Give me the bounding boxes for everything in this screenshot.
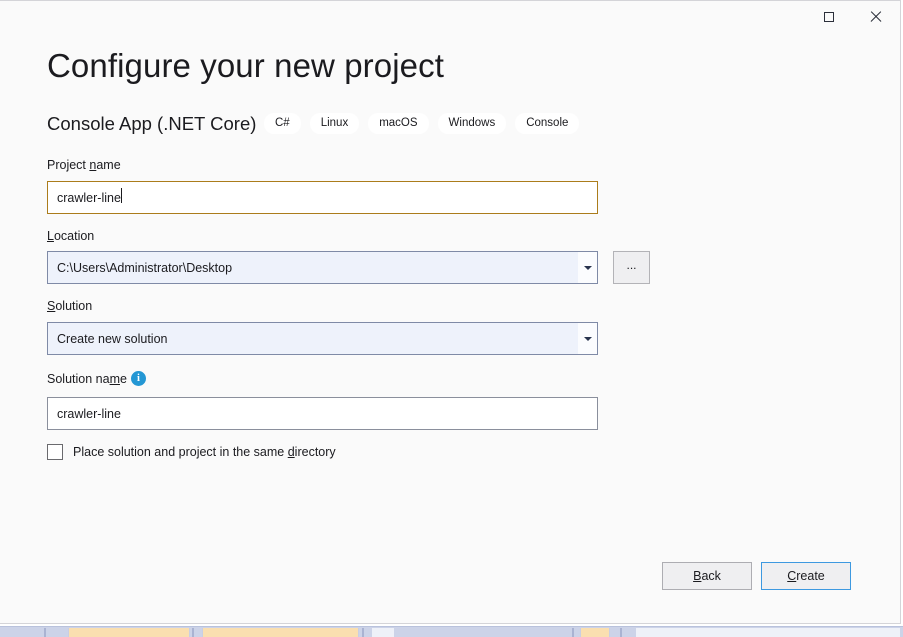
close-button[interactable] <box>852 1 898 32</box>
same-directory-label-text: Place solution and project in the same <box>73 445 288 459</box>
project-name-input[interactable] <box>47 181 598 214</box>
solution-name-input[interactable] <box>47 397 598 430</box>
solution-name-label: Solution name <box>47 371 127 387</box>
maximize-button[interactable] <box>806 1 852 32</box>
back-button[interactable]: Back <box>662 562 752 590</box>
tag-pill-linux: Linux <box>309 113 360 134</box>
project-name-label-text: Project <box>47 158 90 172</box>
tag-pill-language: C# <box>264 113 301 134</box>
location-dropdown-button[interactable] <box>578 252 597 283</box>
tag-pill-windows: Windows <box>437 113 507 134</box>
solution-value: Create new solution <box>57 331 168 346</box>
same-directory-row[interactable]: Place solution and project in the same d… <box>47 444 336 460</box>
same-directory-label-accel: d <box>287 445 295 459</box>
same-directory-label: Place solution and project in the same d… <box>73 444 336 460</box>
solution-combobox[interactable]: Create new solution <box>47 322 598 355</box>
page-title: Configure your new project <box>47 47 444 84</box>
project-name-label-tail: ame <box>96 158 121 172</box>
project-name-label: Project name <box>47 157 121 173</box>
chevron-down-icon <box>583 265 592 270</box>
solution-dropdown-button[interactable] <box>578 323 597 354</box>
chevron-down-icon <box>583 336 592 341</box>
text-caret <box>121 188 122 203</box>
template-tag-list: C# Linux macOS Windows Console <box>264 113 580 134</box>
same-directory-checkbox[interactable] <box>47 444 63 460</box>
location-label-text: ocation <box>53 229 95 243</box>
solution-name-label-accel: m <box>109 372 120 386</box>
location-label: Location <box>47 228 94 244</box>
solution-label: Solution <box>47 298 92 314</box>
location-label-accel: L <box>47 229 54 243</box>
create-button[interactable]: Create <box>761 562 851 590</box>
configure-project-dialog: Configure your new project Console App (… <box>0 0 901 624</box>
location-combobox[interactable]: C:\Users\Administrator\Desktop <box>47 251 598 284</box>
template-name: Console App (.NET Core) <box>47 113 257 134</box>
location-value: C:\Users\Administrator\Desktop <box>57 260 233 275</box>
browse-location-button[interactable]: ... <box>613 251 650 284</box>
solution-name-label-tail: e <box>119 372 127 386</box>
tag-pill-console: Console <box>515 113 580 134</box>
solution-name-label-text: Solution na <box>47 372 110 386</box>
close-icon <box>869 10 882 23</box>
create-button-accel: C <box>787 569 797 583</box>
create-button-label: reate <box>796 569 825 583</box>
info-icon[interactable]: i <box>131 371 146 386</box>
same-directory-label-tail: irectory <box>294 445 336 459</box>
title-bar <box>0 1 901 33</box>
back-button-label: ack <box>701 569 721 583</box>
square-icon <box>824 11 834 22</box>
background-window-strip[interactable] <box>0 626 903 637</box>
tag-pill-macos: macOS <box>368 113 429 134</box>
solution-label-text: olution <box>55 299 93 313</box>
